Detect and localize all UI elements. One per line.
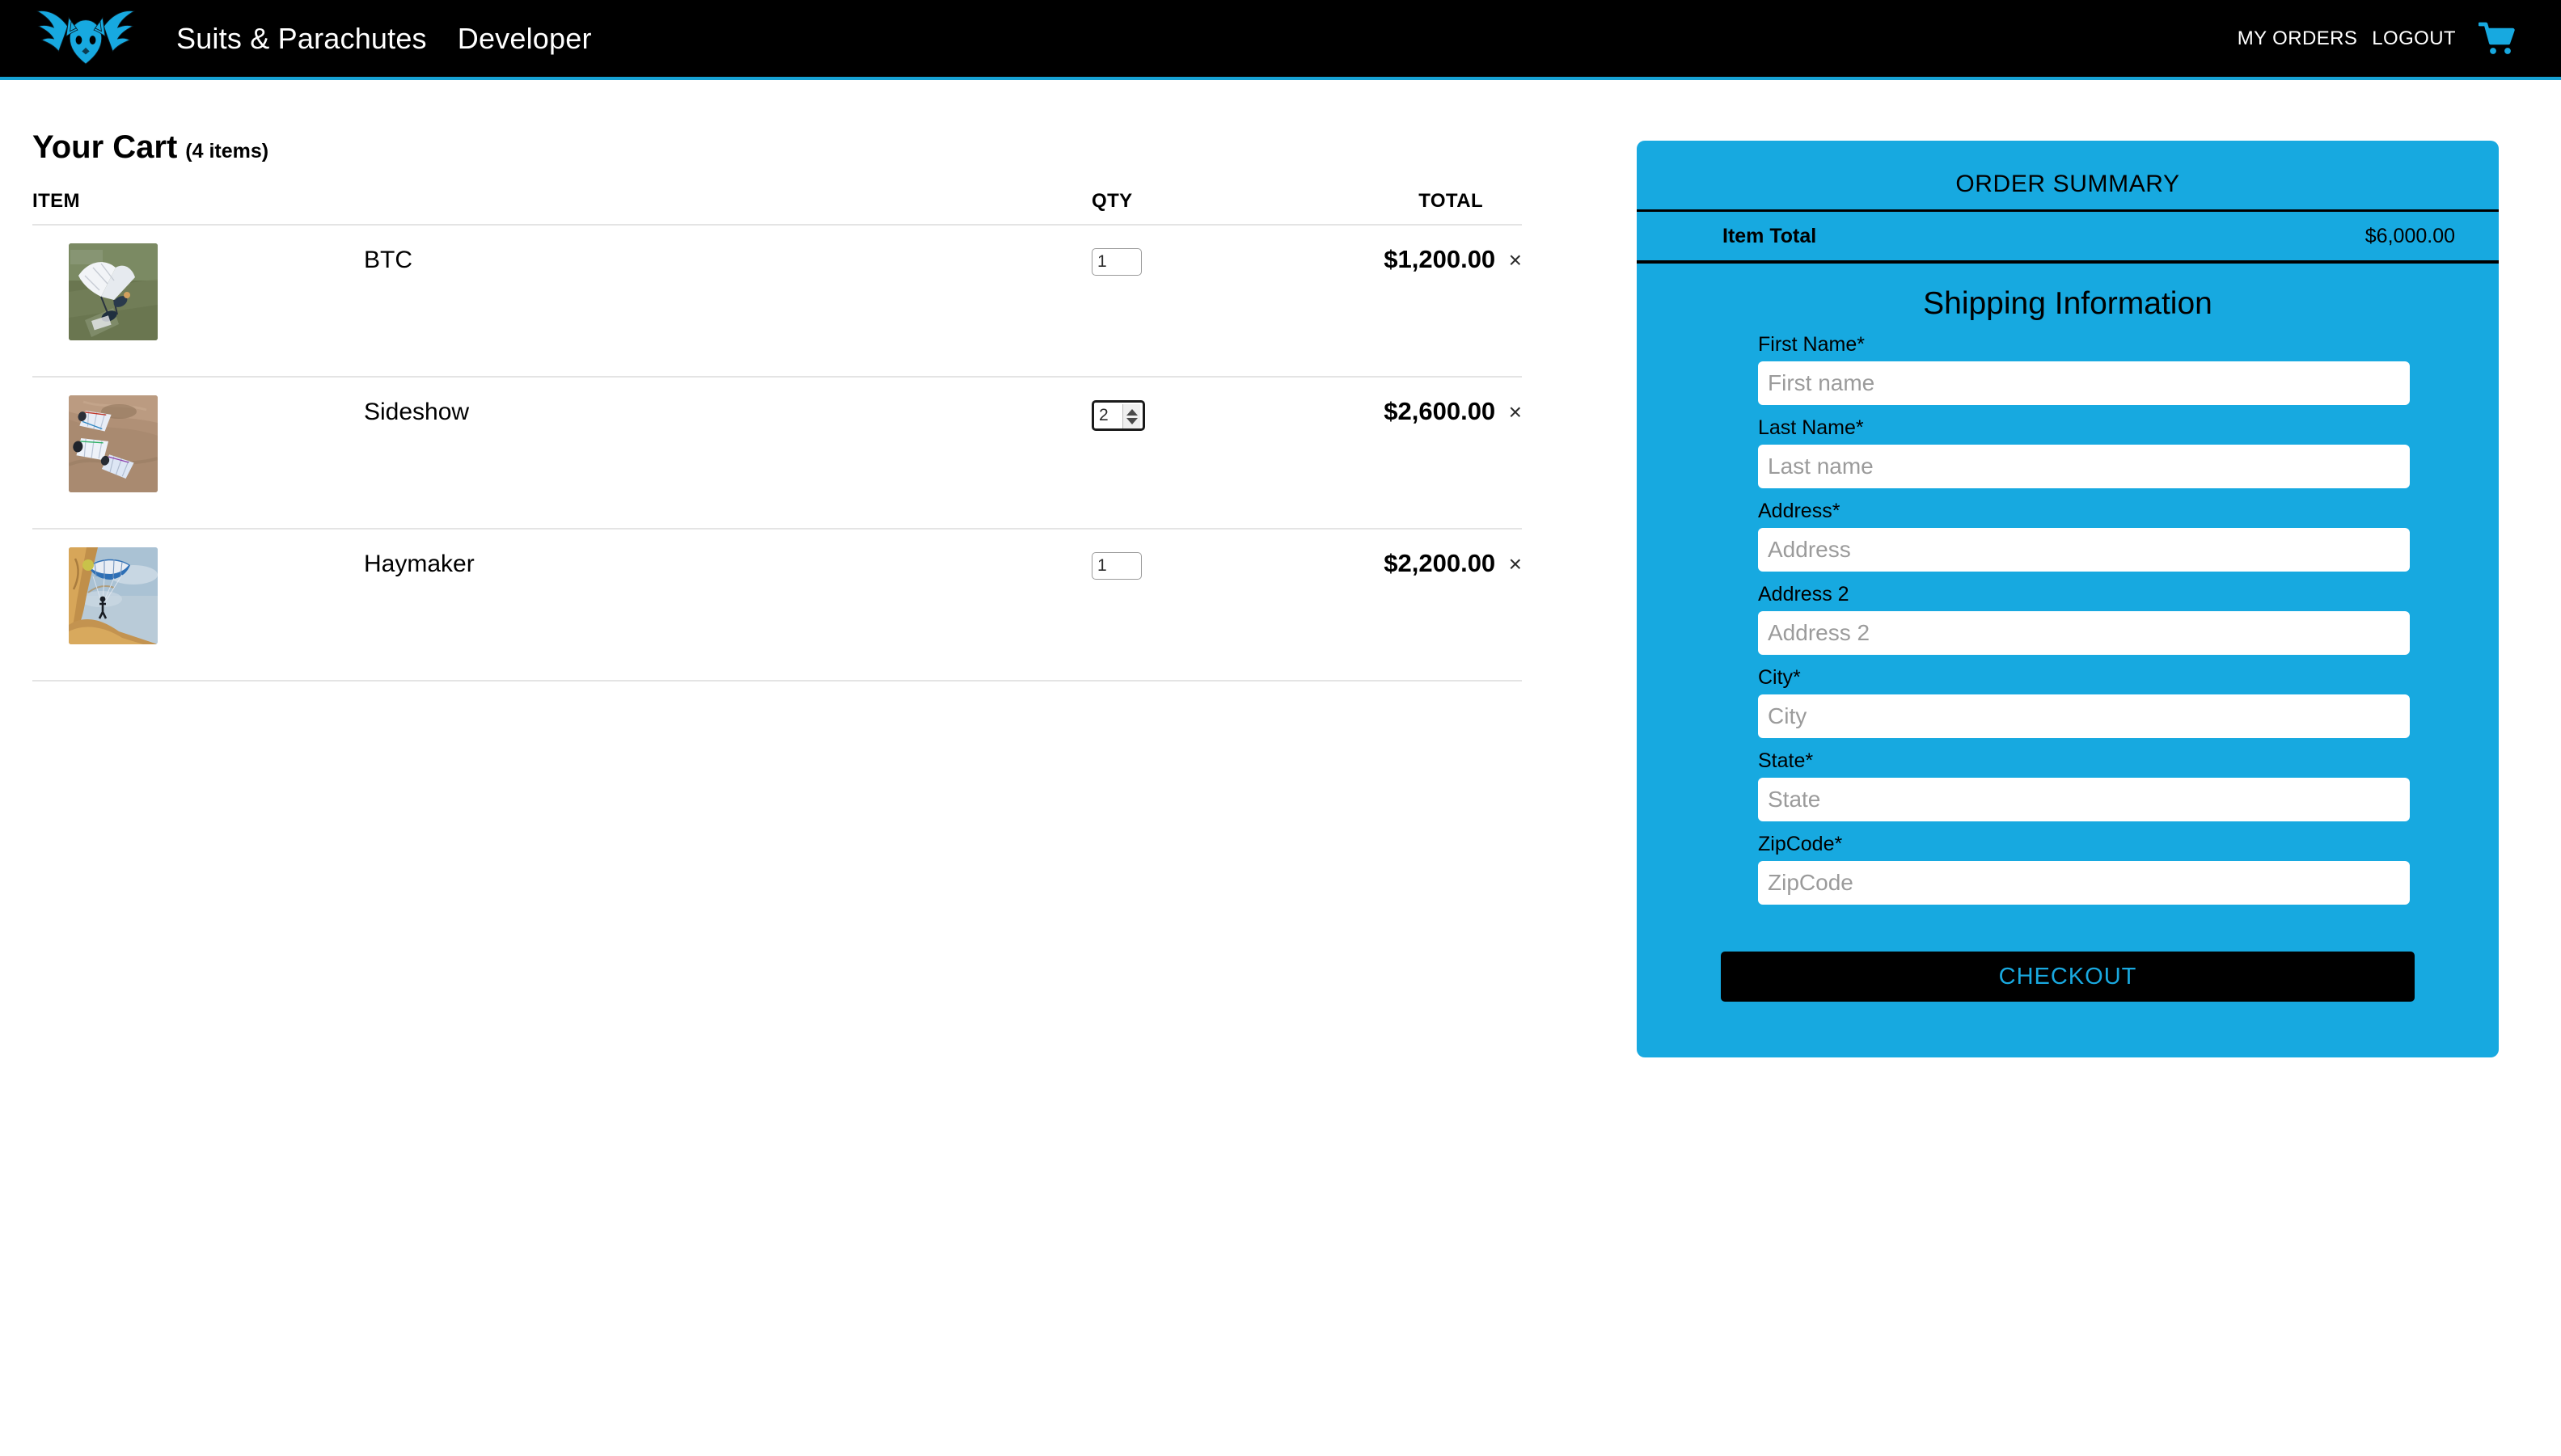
checkout-button[interactable]: CHECKOUT: [1721, 952, 2415, 1002]
cart-item-qty-cell: 1: [1092, 225, 1302, 378]
cart-item-name: BTC: [364, 247, 412, 273]
cart-section: Your Cart (4 items) ITEM QTY TOTAL BTC 1…: [32, 129, 1522, 682]
spinner-up-arrow-icon[interactable]: [1126, 408, 1138, 416]
cart-item-total-cell: $2,600.00 ×: [1302, 377, 1522, 530]
label-last-name: Last Name*: [1758, 416, 1864, 439]
table-row: Sideshow 2 $2,600.00 ×: [32, 377, 1522, 530]
top-navigation-bar: Suits & Parachutes Developer MY ORDERS L…: [0, 0, 2561, 80]
item-total-value: $6,000.00: [2364, 224, 2455, 247]
state-field[interactable]: [1758, 778, 2410, 821]
column-header-item: ITEM: [32, 190, 364, 226]
cart-table: ITEM QTY TOTAL BTC 1 $1,200.00 × Sidesho…: [32, 190, 1522, 682]
cart-item-qty-cell: 2: [1092, 377, 1302, 530]
order-summary-panel: ORDER SUMMARY Item Total $6,000.00 Shipp…: [1637, 141, 2499, 1057]
cart-item-total-cell: $1,200.00 ×: [1302, 225, 1522, 378]
shopping-cart-icon[interactable]: [2479, 21, 2517, 57]
cart-item-name-cell: BTC: [364, 225, 1092, 378]
city-field[interactable]: [1758, 694, 2410, 738]
column-header-spacer: [364, 190, 1092, 226]
item-total-label: Item Total: [1722, 224, 1817, 247]
cart-item-total-cell: $2,200.00 ×: [1302, 529, 1522, 682]
remove-item-button[interactable]: ×: [1509, 399, 1522, 424]
quantity-stepper[interactable]: 1: [1092, 552, 1142, 580]
label-zipcode: ZipCode*: [1758, 833, 1843, 855]
skydiver-white-canopy-aerial-icon: [69, 243, 158, 340]
cart-item-name-cell: Sideshow: [364, 377, 1092, 530]
quantity-spinner-arrows[interactable]: [1122, 404, 1140, 428]
quantity-stepper[interactable]: 2: [1092, 400, 1145, 431]
cart-item-price: $2,600.00: [1384, 397, 1496, 425]
page-title: Your Cart: [32, 129, 178, 165]
label-state: State*: [1758, 749, 1814, 772]
order-summary-title: ORDER SUMMARY: [1637, 158, 2499, 212]
product-thumbnail-btc[interactable]: [69, 243, 158, 340]
label-address-2: Address 2: [1758, 583, 1849, 606]
shipping-form: First Name* Last Name* Address* Address …: [1637, 333, 2499, 916]
cart-item-thumbnail-cell: [32, 225, 364, 378]
label-first-name: First Name*: [1758, 333, 1865, 356]
winged-fox-logo[interactable]: [32, 2, 139, 76]
cart-item-price: $2,200.00: [1384, 549, 1496, 577]
zipcode-field[interactable]: [1758, 861, 2410, 905]
three-wingsuit-flyers-desert-icon: [69, 395, 158, 492]
column-header-total: TOTAL: [1302, 190, 1522, 226]
quantity-value: 1: [1097, 252, 1107, 271]
cart-item-price: $1,200.00: [1384, 245, 1496, 273]
cart-item-name-cell: Haymaker: [364, 529, 1092, 682]
spinner-down-arrow-icon[interactable]: [1126, 417, 1138, 424]
nav-link-my-orders[interactable]: MY ORDERS: [2238, 27, 2358, 50]
product-thumbnail-sideshow[interactable]: [69, 395, 158, 492]
column-header-qty: QTY: [1092, 190, 1302, 226]
table-row: Haymaker 1 $2,200.00 ×: [32, 529, 1522, 682]
last-name-field[interactable]: [1758, 445, 2410, 488]
cart-item-count: (4 items): [185, 140, 269, 162]
cart-heading: Your Cart (4 items): [32, 129, 1522, 166]
cart-item-thumbnail-cell: [32, 377, 364, 530]
quantity-value: 1: [1097, 556, 1107, 575]
main-nav-links: Suits & Parachutes Developer: [176, 22, 623, 56]
shipping-information-title: Shipping Information: [1923, 286, 2212, 321]
nav-link-developer[interactable]: Developer: [458, 22, 592, 56]
nav-right-group: MY ORDERS LOGOUT: [2223, 21, 2517, 57]
first-name-field[interactable]: [1758, 361, 2410, 405]
winged-fox-logo-icon: [36, 10, 136, 65]
nav-link-logout[interactable]: LOGOUT: [2372, 27, 2456, 50]
table-row: BTC 1 $1,200.00 ×: [32, 225, 1522, 378]
address-2-field[interactable]: [1758, 611, 2410, 655]
paraglider-golden-cliff-icon: [69, 547, 158, 644]
remove-item-button[interactable]: ×: [1509, 247, 1522, 272]
cart-table-header-row: ITEM QTY TOTAL: [32, 190, 1522, 226]
product-thumbnail-haymaker[interactable]: [69, 547, 158, 644]
cart-item-qty-cell: 1: [1092, 529, 1302, 682]
label-address: Address*: [1758, 500, 1840, 522]
nav-link-suits-parachutes[interactable]: Suits & Parachutes: [176, 22, 427, 56]
label-city: City*: [1758, 666, 1801, 689]
quantity-value: 2: [1099, 406, 1109, 424]
cart-item-name: Sideshow: [364, 399, 470, 425]
cart-item-name: Haymaker: [364, 551, 475, 577]
remove-item-button[interactable]: ×: [1509, 551, 1522, 576]
address-field[interactable]: [1758, 528, 2410, 572]
item-total-row: Item Total $6,000.00: [1637, 212, 2499, 264]
cart-item-thumbnail-cell: [32, 529, 364, 682]
quantity-stepper[interactable]: 1: [1092, 248, 1142, 276]
